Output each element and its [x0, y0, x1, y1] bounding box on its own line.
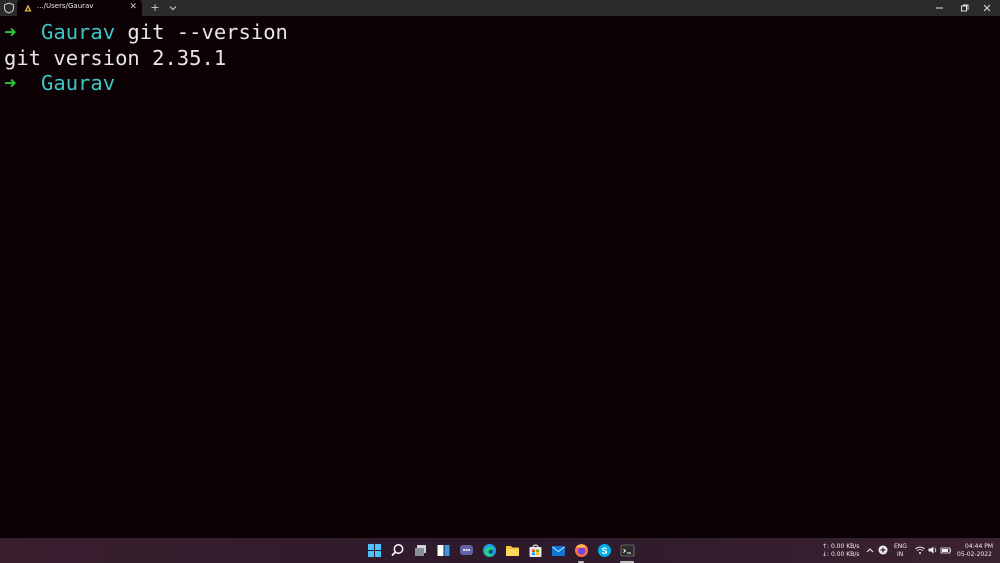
- chevron-up-icon[interactable]: [865, 544, 875, 556]
- widgets-icon[interactable]: [435, 542, 452, 559]
- terminal-line: ➜ Gaurav git --version: [4, 20, 1000, 46]
- mail-icon[interactable]: [550, 542, 567, 559]
- terminal-line: git version 2.35.1: [4, 46, 1000, 72]
- prompt-arrow: ➜: [4, 71, 17, 95]
- chevron-down-icon[interactable]: [167, 0, 179, 16]
- prompt-arrow: ➜: [4, 20, 17, 44]
- language-indicator[interactable]: ENG: [894, 543, 907, 551]
- minimize-button[interactable]: [927, 0, 953, 16]
- volume-icon[interactable]: [927, 544, 939, 556]
- shield-icon[interactable]: [3, 2, 15, 14]
- firefox-icon[interactable]: [573, 542, 590, 559]
- tab-terminal[interactable]: .../Users/Gaurav ✕: [17, 0, 142, 16]
- prompt-directory: Gaurav: [41, 71, 116, 95]
- terminal-line: ➜ Gaurav: [4, 71, 1000, 97]
- skype-icon[interactable]: S: [596, 542, 613, 559]
- teams-chat-icon[interactable]: [458, 542, 475, 559]
- network-download-speed: ↓: 0.00 KB/s: [822, 551, 860, 558]
- taskbar: S ↑: 0.00 KB/s ↓: 0.00 KB/s ENG IN 04:44…: [0, 538, 1000, 563]
- tab-close-icon[interactable]: ✕: [129, 1, 137, 13]
- command-output: git version 2.35.1: [4, 45, 227, 70]
- new-tab-button[interactable]: +: [149, 0, 161, 16]
- battery-icon[interactable]: [940, 544, 952, 556]
- title-bar: .../Users/Gaurav ✕ +: [0, 0, 1000, 16]
- tab-title: .../Users/Gaurav: [37, 2, 94, 10]
- windows-start-icon[interactable]: [366, 542, 383, 559]
- command-text: git --version: [115, 20, 288, 44]
- terminal-output[interactable]: ➜ Gaurav git --version git version 2.35.…: [0, 16, 1000, 538]
- network-upload-speed: ↑: 0.00 KB/s: [822, 543, 860, 550]
- clock-date[interactable]: 05-02-2022: [957, 551, 992, 559]
- svg-text:S: S: [601, 546, 607, 556]
- language-region: IN: [897, 551, 904, 558]
- microsoft-store-icon[interactable]: [527, 542, 544, 559]
- clock-time[interactable]: 04:44 PM: [965, 543, 993, 551]
- wifi-icon[interactable]: [914, 544, 926, 556]
- terminal-app-icon[interactable]: [619, 542, 636, 559]
- task-view-icon[interactable]: [412, 542, 429, 559]
- file-explorer-icon[interactable]: [504, 542, 521, 559]
- search-icon[interactable]: [389, 542, 406, 559]
- edge-icon[interactable]: [481, 542, 498, 559]
- prompt-directory: Gaurav: [41, 20, 116, 44]
- onedrive-status-icon[interactable]: [877, 544, 889, 556]
- powershell-tab-icon: [24, 4, 32, 12]
- close-window-button[interactable]: [974, 0, 1000, 16]
